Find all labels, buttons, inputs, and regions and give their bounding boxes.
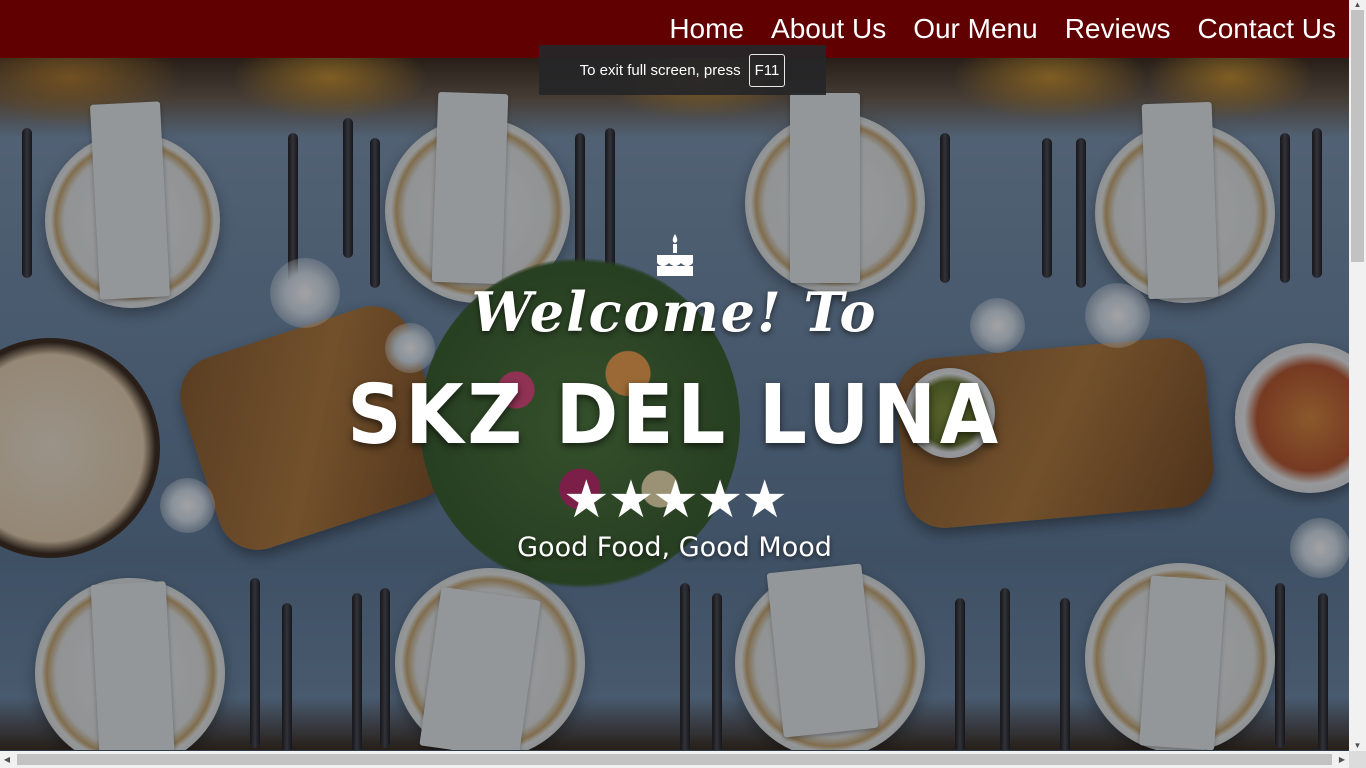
scroll-right-arrow-icon[interactable]: ▶ (1337, 751, 1347, 768)
fullscreen-notice-text: To exit full screen, press (579, 61, 741, 79)
scroll-left-arrow-icon[interactable]: ◀ (2, 751, 12, 768)
nav-about-us-link[interactable]: About Us (771, 15, 886, 43)
scroll-down-arrow-icon[interactable]: ▼ (1349, 741, 1366, 751)
nav-contact-us-link[interactable]: Contact Us (1198, 15, 1337, 43)
restaurant-name: SKZ DEL LUNA (347, 368, 1002, 463)
horizontal-scrollbar[interactable]: ◀ ▶ (0, 751, 1349, 768)
horizontal-scrollbar-thumb[interactable] (17, 754, 1332, 765)
nav-our-menu-link[interactable]: Our Menu (913, 15, 1038, 43)
nav-home-link[interactable]: Home (669, 15, 744, 43)
vertical-scrollbar-thumb[interactable] (1351, 10, 1364, 262)
nav-reviews-link[interactable]: Reviews (1065, 15, 1171, 43)
f11-key-badge: F11 (748, 53, 786, 87)
tagline: Good Food, Good Mood (517, 532, 832, 563)
star-rating: ★★★★★ (562, 471, 788, 529)
vertical-scrollbar[interactable]: ▲ ▼ (1349, 0, 1366, 751)
hero-section: Welcome! To SKZ DEL LUNA ★★★★★ Good Food… (0, 58, 1349, 750)
welcome-heading: Welcome! To (471, 280, 878, 344)
birthday-cake-icon (657, 234, 693, 276)
scrollbar-corner (1349, 751, 1366, 768)
fullscreen-exit-notice: To exit full screen, press F11 (539, 45, 826, 95)
scroll-up-arrow-icon[interactable]: ▲ (1349, 0, 1366, 10)
